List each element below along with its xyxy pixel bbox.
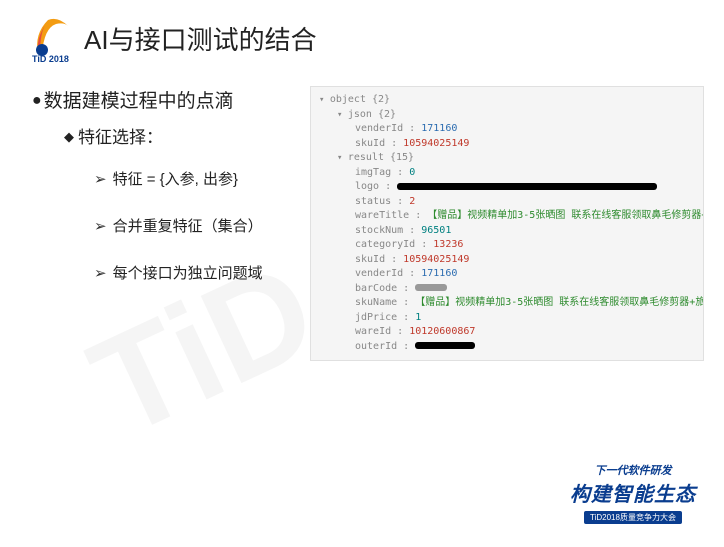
- result-skuName: skuName : 【赠品】视频精单加3-5张晒图 联系在线客服领取鼻毛修剪器+…: [319, 296, 695, 311]
- footer-badge: 下一代软件研发 构建智能生态 TiD2018质量竞争力大会: [570, 462, 696, 525]
- result-categoryId: categoryId : 13236: [319, 238, 695, 253]
- logo-label: TiD 2018: [32, 54, 69, 64]
- result-barCode: barCode :: [319, 282, 695, 297]
- tid-logo: TiD 2018: [28, 14, 76, 62]
- slide-title: AI与接口测试的结合: [84, 20, 317, 57]
- result-imgTag: imgTag : 0: [319, 166, 695, 181]
- json-viewer-panel: object {2} json {2} venderId : 171160 sk…: [310, 86, 704, 361]
- json-node-result: result {15}: [319, 151, 695, 166]
- json-field-skuId: skuId : 10594025149: [319, 137, 695, 152]
- result-wareTitle: wareTitle : 【赠品】视频精单加3-5张晒图 联系在线客服领取鼻毛修剪…: [319, 209, 695, 224]
- result-wareId: wareId : 10120600867: [319, 325, 695, 340]
- result-skuId: skuId : 10594025149: [319, 253, 695, 268]
- footer-bar-text: TiD2018质量竞争力大会: [584, 511, 682, 524]
- result-stockNum: stockNum : 96501: [319, 224, 695, 239]
- bullet-lvl3-2: 每个接口为独立问题域: [94, 262, 310, 283]
- slide-content: 数据建模过程中的点滴 特征选择： 特征 = {入参, 出参} 合并重复特征（集合…: [0, 68, 724, 361]
- result-status: status : 2: [319, 195, 695, 210]
- result-venderId: venderId : 171160: [319, 267, 695, 282]
- json-node-root: object {2}: [319, 93, 695, 108]
- bullet-lvl2: 特征选择：: [64, 123, 310, 148]
- slide-header: TiD 2018 AI与接口测试的结合: [0, 0, 724, 68]
- bullet-lvl1: 数据建模过程中的点滴: [30, 86, 310, 113]
- result-outerId: outerId :: [319, 340, 695, 355]
- bullet-column: 数据建模过程中的点滴 特征选择： 特征 = {入参, 出参} 合并重复特征（集合…: [30, 86, 310, 361]
- footer-top-text: 下一代软件研发: [570, 462, 696, 478]
- bullet-lvl3-0: 特征 = {入参, 出参}: [94, 168, 310, 189]
- footer-main-text: 构建智能生态: [570, 478, 696, 507]
- bullet-lvl3-1: 合并重复特征（集合）: [94, 215, 310, 236]
- result-jdPrice: jdPrice : 1: [319, 311, 695, 326]
- json-field-venderId: venderId : 171160: [319, 122, 695, 137]
- json-node-json: json {2}: [319, 108, 695, 123]
- result-logo: logo :: [319, 180, 695, 195]
